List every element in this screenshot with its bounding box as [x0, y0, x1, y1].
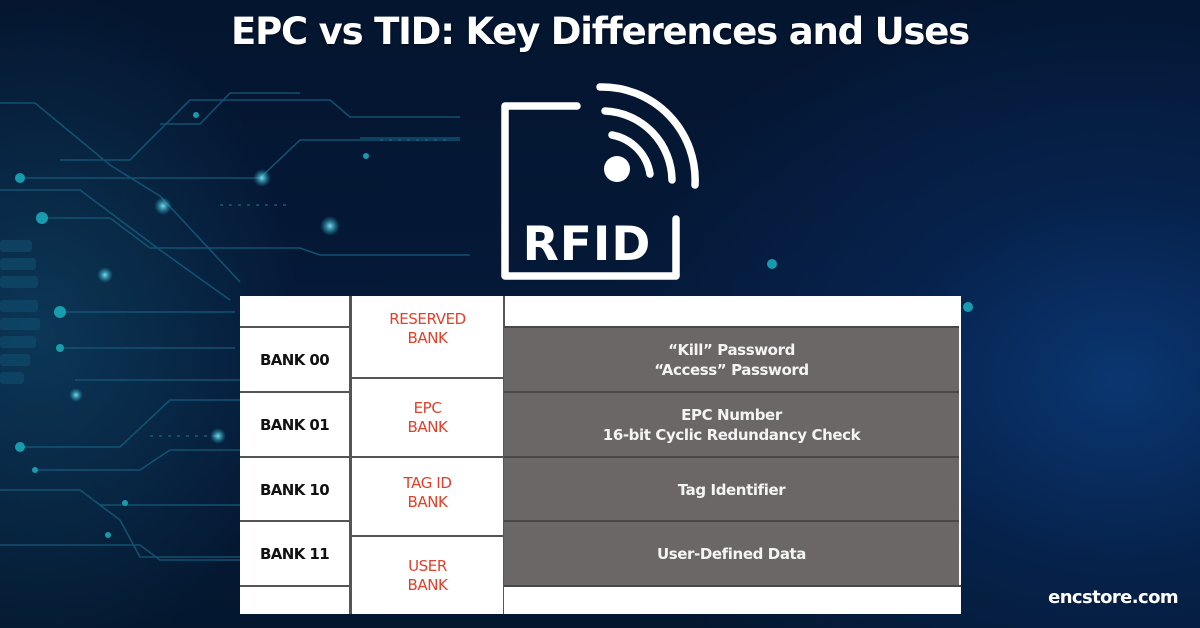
bank-code: BANK 00 — [259, 351, 330, 369]
bank-contents-cell: EPC Number 16-bit Cyclic Redundancy Chec… — [504, 391, 959, 457]
bank-code-cell: BANK 00 — [240, 326, 351, 392]
page-title: EPC vs TID: Key Differences and Uses — [231, 10, 970, 53]
column1-footer-blank — [240, 585, 351, 614]
rfid-tag-icon: RFID — [501, 83, 699, 280]
bank-code: BANK 11 — [259, 545, 330, 563]
column1-header-blank — [240, 296, 351, 326]
bank-code-cell: BANK 01 — [240, 391, 351, 457]
bank-name-line: TAG ID — [403, 474, 452, 492]
bank-name-line: EPC — [413, 399, 442, 417]
rfid-logo-text: RFID — [523, 217, 652, 272]
bank-contents-line: Tag Identifier — [677, 480, 786, 499]
bank-name-line: BANK — [407, 329, 448, 347]
memory-bank-table: BANK 00 BANK 01 BANK 10 BANK 11 RESERVED… — [240, 296, 961, 614]
bank-code-cell: BANK 10 — [240, 456, 351, 521]
bank-contents-line: EPC Number — [681, 406, 782, 424]
bank-name-line: RESERVED — [389, 310, 466, 328]
column3-footer-blank — [504, 585, 961, 614]
bank-code: BANK 10 — [259, 480, 330, 499]
bank-contents-line: User-Defined Data — [656, 545, 807, 563]
bank-name-line: BANK — [407, 418, 448, 436]
bank-name-line: USER — [408, 556, 447, 575]
bank-name-cell: EPC BANK — [350, 377, 505, 457]
bank-contents-line: “Kill” Password — [668, 341, 795, 359]
bank-name-cell: RESERVED BANK — [350, 296, 505, 378]
bank-name-line: BANK — [407, 493, 448, 511]
bank-contents-line: 16-bit Cyclic Redundancy Check — [602, 426, 861, 444]
bank-contents-cell: User-Defined Data — [504, 520, 959, 586]
bank-contents-cell: “Kill” Password “Access” Password — [504, 326, 959, 392]
bank-contents-cell: Tag Identifier — [504, 456, 959, 521]
bank-contents-line: “Access” Password — [654, 361, 809, 379]
bank-code-cell: BANK 11 — [240, 520, 351, 586]
bank-name-cell: USER BANK — [350, 535, 505, 614]
signal-dot — [604, 156, 630, 182]
bank-code: BANK 01 — [259, 416, 330, 434]
bank-name-cell: TAG ID BANK — [350, 456, 505, 536]
bank-name-line: BANK — [407, 575, 448, 594]
brand-watermark: encstore.com — [1048, 587, 1179, 608]
column3-header-blank — [504, 296, 961, 326]
